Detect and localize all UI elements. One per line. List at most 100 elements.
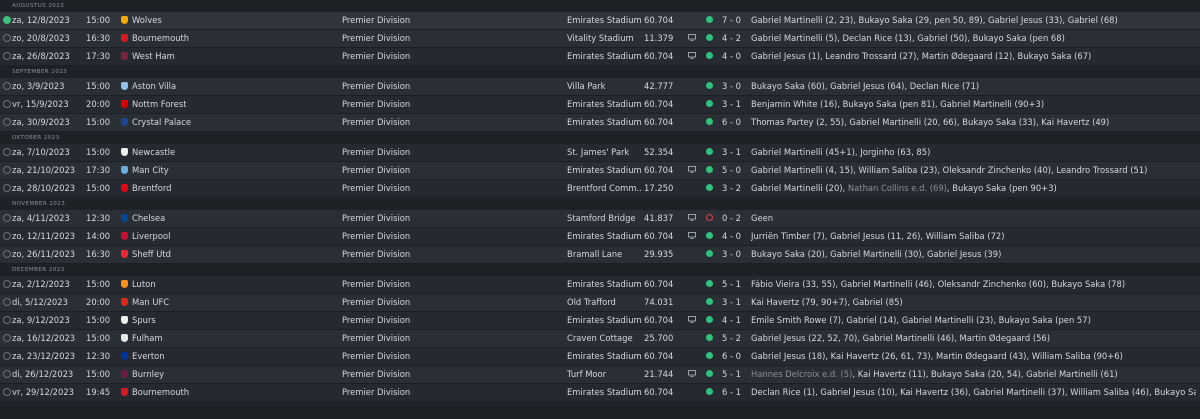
competition-link[interactable]: Premier Division xyxy=(342,144,562,161)
goal-scorers: Thomas Partey (2, 55), Gabriel Martinell… xyxy=(751,114,1196,131)
fixture-row[interactable]: vr, 29/12/2023 19:45 Bournemouth Premier Di… xyxy=(0,384,1200,402)
competition-link[interactable]: Premier Division xyxy=(342,48,562,65)
fixture-row[interactable]: za, 28/10/2023 15:00 Brentford Premier Divi… xyxy=(0,180,1200,198)
competition-link[interactable]: Premier Division xyxy=(342,96,562,113)
opponent-link[interactable]: West Ham xyxy=(132,48,337,65)
competition-link[interactable]: Premier Division xyxy=(342,330,562,347)
match-date: za, 12/8/2023 xyxy=(12,15,70,25)
competition-link[interactable]: Premier Division xyxy=(342,366,562,383)
opponent-link[interactable]: Everton xyxy=(132,348,337,365)
fixture-row[interactable]: za, 16/12/2023 15:00 Fulham Premier Divisio… xyxy=(0,330,1200,348)
fixture-row[interactable]: za, 30/9/2023 15:00 Crystal Palace Premier … xyxy=(0,114,1200,132)
team-scorers-continued: , Bukayo Saka (pen 90+3) xyxy=(946,183,1057,193)
match-score-link[interactable]: 4 - 1 xyxy=(722,312,748,329)
attendance: 29.935 xyxy=(644,249,674,259)
opponent-link[interactable]: Man UFC xyxy=(132,294,337,311)
match-score-link[interactable]: 4 - 2 xyxy=(722,30,748,47)
competition-link[interactable]: Premier Division xyxy=(342,384,562,401)
fixture-row[interactable]: za, 2/12/2023 15:00 Luton Premier Division E… xyxy=(0,276,1200,294)
fixture-row[interactable]: di, 5/12/2023 20:00 Man UFC Premier Divisio… xyxy=(0,294,1200,312)
opponent-link[interactable]: Wolves xyxy=(132,12,337,29)
competition-link[interactable]: Premier Division xyxy=(342,78,562,95)
competition-link[interactable]: Premier Division xyxy=(342,162,562,179)
match-score-link[interactable]: 3 - 1 xyxy=(722,96,748,113)
fixture-row[interactable]: vr, 15/9/2023 20:00 Nottm Forest Premier Di… xyxy=(0,96,1200,114)
result-indicator-icon xyxy=(703,246,715,263)
attendance: 60.704 xyxy=(644,231,674,241)
goal-scorers: Gabriel Martinelli (5), Declan Rice (13)… xyxy=(751,30,1196,47)
team-scorers: Bukayo Saka (60), Gabriel Jesus (64), De… xyxy=(751,81,980,91)
opponent-link[interactable]: Chelsea xyxy=(132,210,337,227)
match-score-link[interactable]: 6 - 1 xyxy=(722,384,748,401)
venue: Emirates Stadium xyxy=(567,51,642,61)
fixture-row[interactable]: za, 23/12/2023 12:30 Everton Premier Divisi… xyxy=(0,348,1200,366)
result-indicator-icon xyxy=(703,48,715,65)
competition-link[interactable]: Premier Division xyxy=(342,246,562,263)
match-score-link[interactable]: 3 - 1 xyxy=(722,144,748,161)
match-time: 15:00 xyxy=(86,279,111,289)
match-score-link[interactable]: 7 - 0 xyxy=(722,12,748,29)
opponent-link[interactable]: Fulham xyxy=(132,330,337,347)
fixture-row[interactable]: di, 26/12/2023 15:00 Burnley Premier Divisi… xyxy=(0,366,1200,384)
fixture-row[interactable]: za, 7/10/2023 15:00 Newcastle Premier Divis… xyxy=(0,144,1200,162)
opponent-link[interactable]: Bournemouth xyxy=(132,384,337,401)
match-score-link[interactable]: 5 - 1 xyxy=(722,276,748,293)
match-score-link[interactable]: 0 - 2 xyxy=(722,210,748,227)
club-crest-icon xyxy=(118,330,130,347)
club-crest-icon xyxy=(118,96,130,113)
competition-link[interactable]: Premier Division xyxy=(342,30,562,47)
fixtures-list: AUGUSTUS 2023 za, 12/8/2023 15:00 Wolves Pre… xyxy=(0,0,1200,402)
opponent-link[interactable]: Bournemouth xyxy=(132,30,337,47)
venue: Emirates Stadium xyxy=(567,351,642,361)
competition-link[interactable]: Premier Division xyxy=(342,294,562,311)
opponent-link[interactable]: Brentford xyxy=(132,180,337,197)
fixture-row[interactable]: za, 4/11/2023 12:30 Chelsea Premier Divisio… xyxy=(0,210,1200,228)
result-indicator-icon xyxy=(703,348,715,365)
fixture-row[interactable]: za, 26/8/2023 17:30 West Ham Premier Divisi… xyxy=(0,48,1200,66)
competition-link[interactable]: Premier Division xyxy=(342,348,562,365)
club-crest-icon xyxy=(118,366,130,383)
venue: St. James' Park xyxy=(567,147,630,157)
goal-scorers: Gabriel Jesus (22, 52, 70), Gabriel Mart… xyxy=(751,330,1196,347)
fixture-row[interactable]: zo, 20/8/2023 16:30 Bournemouth Premier Div… xyxy=(0,30,1200,48)
opponent-link[interactable]: Burnley xyxy=(132,366,337,383)
match-score-link[interactable]: 5 - 0 xyxy=(722,162,748,179)
opponent-link[interactable]: Man City xyxy=(132,162,337,179)
competition-link[interactable]: Premier Division xyxy=(342,210,562,227)
opponent-link[interactable]: Spurs xyxy=(132,312,337,329)
competition-link[interactable]: Premier Division xyxy=(342,12,562,29)
match-score-link[interactable]: 6 - 0 xyxy=(722,348,748,365)
club-crest-icon xyxy=(118,210,130,227)
fixture-row[interactable]: zo, 26/11/2023 16:30 Sheff Utd Premier Divi… xyxy=(0,246,1200,264)
match-score-link[interactable]: 5 - 1 xyxy=(722,366,748,383)
competition-link[interactable]: Premier Division xyxy=(342,114,562,131)
venue: Vitality Stadium xyxy=(567,33,634,43)
competition-link[interactable]: Premier Division xyxy=(342,312,562,329)
match-score-link[interactable]: 3 - 2 xyxy=(722,180,748,197)
fixture-row[interactable]: za, 12/8/2023 15:00 Wolves Premier Division… xyxy=(0,12,1200,30)
opponent-link[interactable]: Sheff Utd xyxy=(132,246,337,263)
own-goal-scorers: Hannes Delcroix e.d. (5) xyxy=(751,369,853,379)
competition-link[interactable]: Premier Division xyxy=(342,276,562,293)
goal-scorers: Gabriel Martinelli (45+1), Jorginho (63,… xyxy=(751,144,1196,161)
match-score-link[interactable]: 3 - 0 xyxy=(722,78,748,95)
attendance: 11.379 xyxy=(644,33,674,43)
fixture-row[interactable]: za, 9/12/2023 15:00 Spurs Premier Division E… xyxy=(0,312,1200,330)
match-score-link[interactable]: 3 - 0 xyxy=(722,246,748,263)
match-score-link[interactable]: 3 - 1 xyxy=(722,294,748,311)
opponent-link[interactable]: Crystal Palace xyxy=(132,114,337,131)
fixture-row[interactable]: zo, 12/11/2023 14:00 Liverpool Premier Divi… xyxy=(0,228,1200,246)
opponent-link[interactable]: Liverpool xyxy=(132,228,337,245)
match-score-link[interactable]: 4 - 0 xyxy=(722,228,748,245)
opponent-link[interactable]: Nottm Forest xyxy=(132,96,337,113)
fixture-row[interactable]: za, 21/10/2023 17:30 Man City Premier Divis… xyxy=(0,162,1200,180)
opponent-link[interactable]: Aston Villa xyxy=(132,78,337,95)
match-score-link[interactable]: 6 - 0 xyxy=(722,114,748,131)
opponent-link[interactable]: Newcastle xyxy=(132,144,337,161)
competition-link[interactable]: Premier Division xyxy=(342,228,562,245)
fixture-row[interactable]: zo, 3/9/2023 15:00 Aston Villa Premier Divi… xyxy=(0,78,1200,96)
match-score-link[interactable]: 4 - 0 xyxy=(722,48,748,65)
match-score-link[interactable]: 5 - 2 xyxy=(722,330,748,347)
opponent-link[interactable]: Luton xyxy=(132,276,337,293)
competition-link[interactable]: Premier Division xyxy=(342,180,562,197)
